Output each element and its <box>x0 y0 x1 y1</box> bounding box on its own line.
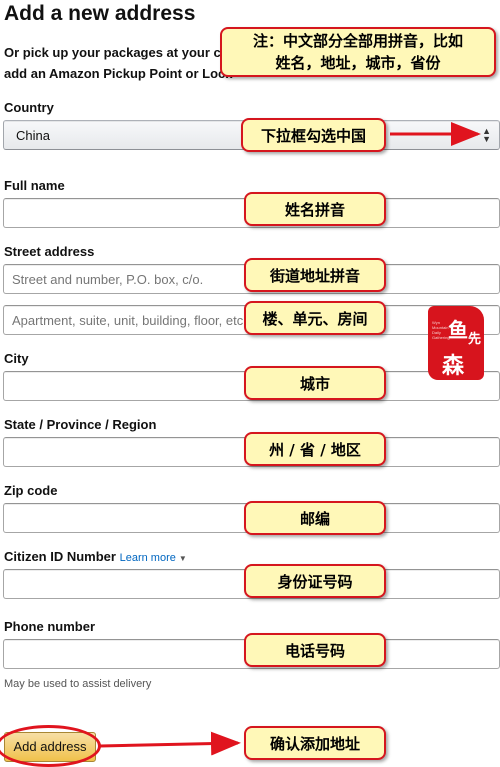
callout-building: 楼、单元、房间 <box>244 301 386 335</box>
callout-id: 身份证号码 <box>244 564 386 598</box>
learn-more-text: Learn more <box>119 552 176 564</box>
city-label: City <box>4 351 29 366</box>
callout-state: 州 / 省 / 地区 <box>244 432 386 466</box>
street-address-label: Street address <box>4 244 95 259</box>
callout-city: 城市 <box>244 366 386 400</box>
country-label: Country <box>4 100 54 115</box>
submit-arrow <box>99 731 241 756</box>
callout-name: 姓名拼音 <box>244 192 386 226</box>
callout-street: 街道地址拼音 <box>244 258 386 292</box>
callout-note: 注：中文部分全部用拼音，比如 姓名，地址，城市，省份 <box>220 27 496 77</box>
callout-country: 下拉框勾选中国 <box>241 118 386 152</box>
state-label: State / Province / Region <box>4 417 157 432</box>
select-arrows-icon: ▲ ▼ <box>482 126 491 144</box>
learn-more-link[interactable]: Learn more ▼ <box>120 552 187 564</box>
phone-hint: May be used to assist delivery <box>4 678 152 690</box>
citizen-id-label: Citizen ID Number Learn more ▼ <box>4 549 187 564</box>
callout-zip: 邮编 <box>244 501 386 535</box>
full-name-label: Full name <box>4 178 65 193</box>
street-line1-placeholder: Street and number, P.O. box, c/o. <box>12 272 204 287</box>
zip-label: Zip code <box>4 483 58 498</box>
callout-submit: 确认添加地址 <box>244 726 386 760</box>
country-selected-value: China <box>16 128 50 143</box>
caret-down-icon: ▼ <box>178 554 187 563</box>
highlight-ring <box>0 725 101 767</box>
page-title: Add a new address <box>4 2 196 25</box>
citizen-id-label-text: Citizen ID Number <box>4 549 116 564</box>
callout-phone: 电话号码 <box>244 633 386 667</box>
street-line2-placeholder: Apartment, suite, unit, building, floor,… <box>12 313 247 328</box>
phone-label: Phone number <box>4 619 96 634</box>
page-subtitle: Or pick up your packages at your co add … <box>4 45 233 81</box>
seal-stamp-logo: 鱼 先 森 Wyn Mountain Daily Gathering <box>428 306 484 380</box>
